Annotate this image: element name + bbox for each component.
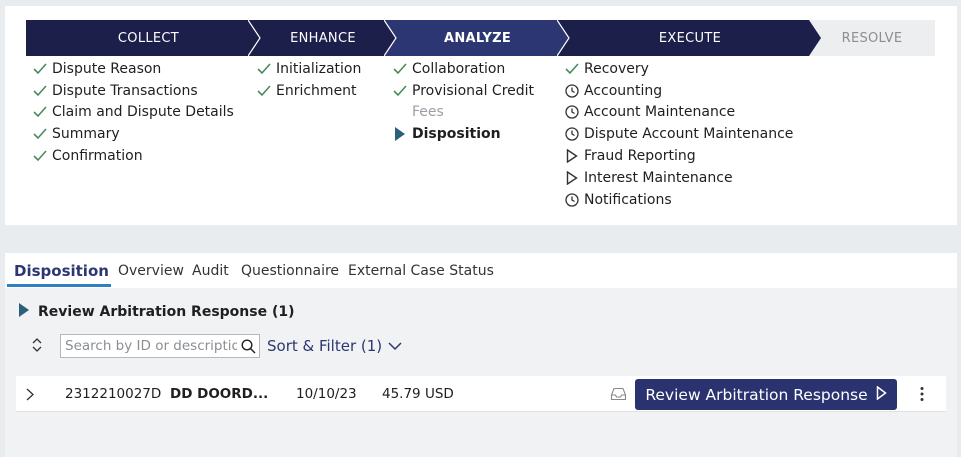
- chevron-down-icon: [388, 337, 402, 355]
- stage-resolve[interactable]: RESOLVE: [809, 20, 935, 56]
- stage-chevron-bar: COLLECT ENHANCE ANALYZE EXECUTE RESOLVE: [26, 20, 935, 56]
- check-icon: [32, 126, 48, 142]
- sort-toggle-icon[interactable]: [31, 337, 43, 357]
- case-detail-panel: Disposition Overview Audit Questionnaire…: [5, 253, 957, 457]
- step-account-maintenance[interactable]: Account Maintenance: [564, 102, 793, 124]
- tab-questionnaire[interactable]: Questionnaire: [241, 253, 339, 288]
- stage-separator: [248, 20, 262, 56]
- stage-separator: [557, 20, 571, 56]
- stage-separator: [384, 20, 398, 56]
- clock-icon: [564, 104, 580, 120]
- transaction-amount: 45.79 USD: [382, 386, 454, 402]
- step-claim-and-dispute-details[interactable]: Claim and Dispute Details: [32, 102, 234, 124]
- step-disposition[interactable]: Disposition: [392, 123, 534, 145]
- inbox-icon[interactable]: [608, 376, 628, 412]
- step-dispute-transactions[interactable]: Dispute Transactions: [32, 80, 234, 102]
- analyze-steps: Collaboration Provisional Credit Fees Di…: [392, 58, 534, 145]
- play-filled-icon: [392, 126, 408, 142]
- search-input[interactable]: [61, 335, 237, 357]
- step-recovery[interactable]: Recovery: [564, 58, 793, 80]
- case-id: 2312210027D: [65, 386, 162, 402]
- group-header-review-arbitration[interactable]: Review Arbitration Response (1): [18, 303, 295, 321]
- enhance-steps: Initialization Enrichment: [256, 58, 361, 102]
- step-fraud-reporting[interactable]: Fraud Reporting: [564, 145, 793, 167]
- active-tab-indicator: [7, 284, 111, 287]
- step-confirmation[interactable]: Confirmation: [32, 145, 234, 167]
- step-provisional-credit[interactable]: Provisional Credit: [392, 80, 534, 102]
- step-initialization[interactable]: Initialization: [256, 58, 361, 80]
- play-outline-icon: [564, 148, 580, 164]
- step-notifications[interactable]: Notifications: [564, 189, 793, 211]
- check-icon: [256, 83, 272, 99]
- play-outline-icon: [876, 385, 887, 404]
- step-dispute-account-maintenance[interactable]: Dispute Account Maintenance: [564, 123, 793, 145]
- merchant-name: DD DOORD...: [170, 386, 269, 402]
- stage-enhance[interactable]: ENHANCE: [248, 20, 398, 56]
- expand-row-chevron-icon[interactable]: [26, 376, 34, 412]
- check-icon: [32, 148, 48, 164]
- stage-execute[interactable]: EXECUTE: [557, 20, 823, 56]
- case-progress-card: COLLECT ENHANCE ANALYZE EXECUTE RESOLVE …: [5, 6, 957, 225]
- clock-icon: [564, 192, 580, 208]
- clock-icon: [564, 83, 580, 99]
- step-summary[interactable]: Summary: [32, 123, 234, 145]
- clock-icon: [564, 126, 580, 142]
- check-icon: [32, 61, 48, 77]
- more-actions-icon[interactable]: [914, 376, 930, 412]
- step-enrichment[interactable]: Enrichment: [256, 80, 361, 102]
- table-row[interactable]: 2312210027D DD DOORD... 10/10/23 45.79 U…: [16, 376, 946, 412]
- sort-filter-button[interactable]: Sort & Filter (1): [267, 335, 402, 357]
- execute-steps: Recovery Accounting Account Maintenance …: [564, 58, 793, 211]
- play-outline-icon: [564, 170, 580, 186]
- tab-bar: Disposition Overview Audit Questionnaire…: [5, 253, 957, 288]
- step-accounting[interactable]: Accounting: [564, 80, 793, 102]
- review-arbitration-response-button[interactable]: Review Arbitration Response: [635, 379, 897, 410]
- play-filled-icon: [18, 303, 30, 321]
- tab-audit[interactable]: Audit: [192, 253, 229, 288]
- check-icon: [564, 61, 580, 77]
- check-icon: [392, 83, 408, 99]
- transaction-date: 10/10/23: [296, 386, 357, 402]
- check-icon: [32, 83, 48, 99]
- step-interest-maintenance[interactable]: Interest Maintenance: [564, 167, 793, 189]
- collect-steps: Dispute Reason Dispute Transactions Clai…: [32, 58, 234, 167]
- stage-collect[interactable]: COLLECT: [26, 20, 271, 56]
- check-icon: [256, 61, 272, 77]
- step-collaboration[interactable]: Collaboration: [392, 58, 534, 80]
- stage-analyze[interactable]: ANALYZE: [384, 20, 571, 56]
- step-fees: Fees: [412, 104, 444, 121]
- check-icon: [32, 104, 48, 120]
- check-icon: [392, 61, 408, 77]
- search-box: [60, 334, 260, 358]
- search-icon[interactable]: [237, 338, 259, 354]
- step-dispute-reason[interactable]: Dispute Reason: [32, 58, 234, 80]
- tab-overview[interactable]: Overview: [118, 253, 184, 288]
- tab-disposition[interactable]: Disposition: [14, 253, 109, 288]
- tab-external-case-status[interactable]: External Case Status: [348, 253, 494, 288]
